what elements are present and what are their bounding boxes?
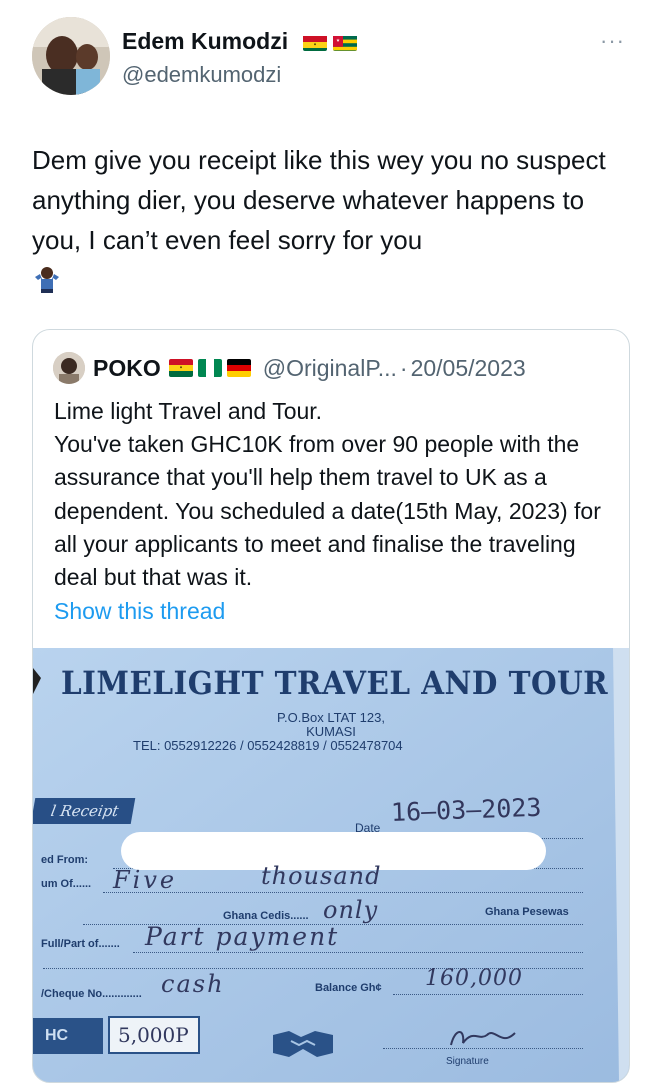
quoted-author-flags bbox=[168, 359, 251, 377]
quoted-author-name[interactable]: POKO bbox=[93, 355, 161, 382]
nigeria-flag-icon bbox=[197, 359, 222, 377]
quoted-tweet-text: Lime light Travel and Tour. You've taken… bbox=[54, 395, 614, 594]
full-part-line bbox=[133, 952, 583, 953]
cheque-number-label: /Cheque No............. bbox=[41, 988, 142, 1000]
author-flags bbox=[302, 33, 357, 51]
author-name[interactable]: Edem Kumodzi bbox=[122, 28, 288, 54]
germany-flag-icon bbox=[226, 359, 251, 377]
quoted-author-handle[interactable]: @OriginalP... bbox=[263, 355, 397, 382]
cheque-value: cash bbox=[161, 970, 225, 998]
receipt-date-value: 16—03—2023 bbox=[390, 792, 542, 827]
receipt-telephone: TEL: 0552912226 / 0552428819 / 055247870… bbox=[133, 738, 403, 753]
balance-label: Balance Gh¢ bbox=[315, 982, 382, 994]
show-thread-link[interactable]: Show this thread bbox=[54, 598, 225, 625]
receipt-address-line-2: KUMASI bbox=[306, 724, 356, 739]
sum-words-1: Five bbox=[113, 866, 178, 894]
full-part-value: Part payment bbox=[145, 922, 340, 951]
quoted-tweet-header: POKO @OriginalP... · 20/05/2023 bbox=[53, 352, 526, 384]
quoted-tweet-card[interactable]: POKO @OriginalP... · 20/05/2023 Lime lig… bbox=[32, 329, 630, 1083]
balance-line bbox=[393, 994, 583, 995]
ghana-flag-icon bbox=[302, 33, 327, 51]
balance-value: 160,000 bbox=[425, 966, 523, 991]
ghana-flag-icon bbox=[168, 359, 193, 377]
ghana-cedis-label: Ghana Cedis...... bbox=[223, 910, 309, 922]
sum-of-line bbox=[103, 892, 583, 893]
full-part-label: Full/Part of....... bbox=[41, 938, 120, 950]
ghana-pesewas-label: Ghana Pesewas bbox=[485, 906, 569, 918]
quoted-author-avatar[interactable] bbox=[53, 352, 85, 384]
tweet-text: Dem give you receipt like this wey you n… bbox=[32, 145, 606, 255]
togo-flag-icon bbox=[332, 33, 357, 51]
sum-of-label: um Of...... bbox=[41, 878, 92, 890]
quoted-tweet-line-1: Lime light Travel and Tour. bbox=[54, 398, 323, 424]
handshake-icon bbox=[271, 1023, 335, 1063]
quoted-tweet-date[interactable]: 20/05/2023 bbox=[411, 355, 526, 382]
receipt-label: l Receipt bbox=[33, 798, 136, 824]
person-shrugging-emoji-icon bbox=[32, 265, 62, 295]
more-options-icon[interactable]: ··· bbox=[600, 28, 625, 54]
author-handle[interactable]: @edemkumodzi bbox=[122, 62, 281, 88]
received-from-label: ed From: bbox=[41, 854, 89, 866]
signature-scribble bbox=[443, 1023, 523, 1053]
signature-label: Signature bbox=[446, 1056, 489, 1067]
receipt-company-name: LIMELIGHT TRAVEL AND TOUR bbox=[61, 664, 609, 702]
author-avatar[interactable] bbox=[32, 17, 110, 95]
sum-words-2: thousand bbox=[261, 862, 382, 890]
receipt-address-line-1: P.O.Box LTAT 123, bbox=[277, 710, 385, 725]
author-name-row: Edem Kumodzi bbox=[122, 28, 357, 55]
quoted-tweet-line-2: You've taken GHC10K from over 90 people … bbox=[54, 431, 601, 591]
separator-dot: · bbox=[399, 354, 408, 381]
amount-box: 5,000P bbox=[108, 1016, 200, 1054]
hc-label: HC bbox=[33, 1018, 103, 1054]
receipt-photo[interactable]: LIMELIGHT TRAVEL AND TOUR P.O.Box LTAT 1… bbox=[33, 648, 629, 1082]
only-text: only bbox=[323, 896, 379, 924]
